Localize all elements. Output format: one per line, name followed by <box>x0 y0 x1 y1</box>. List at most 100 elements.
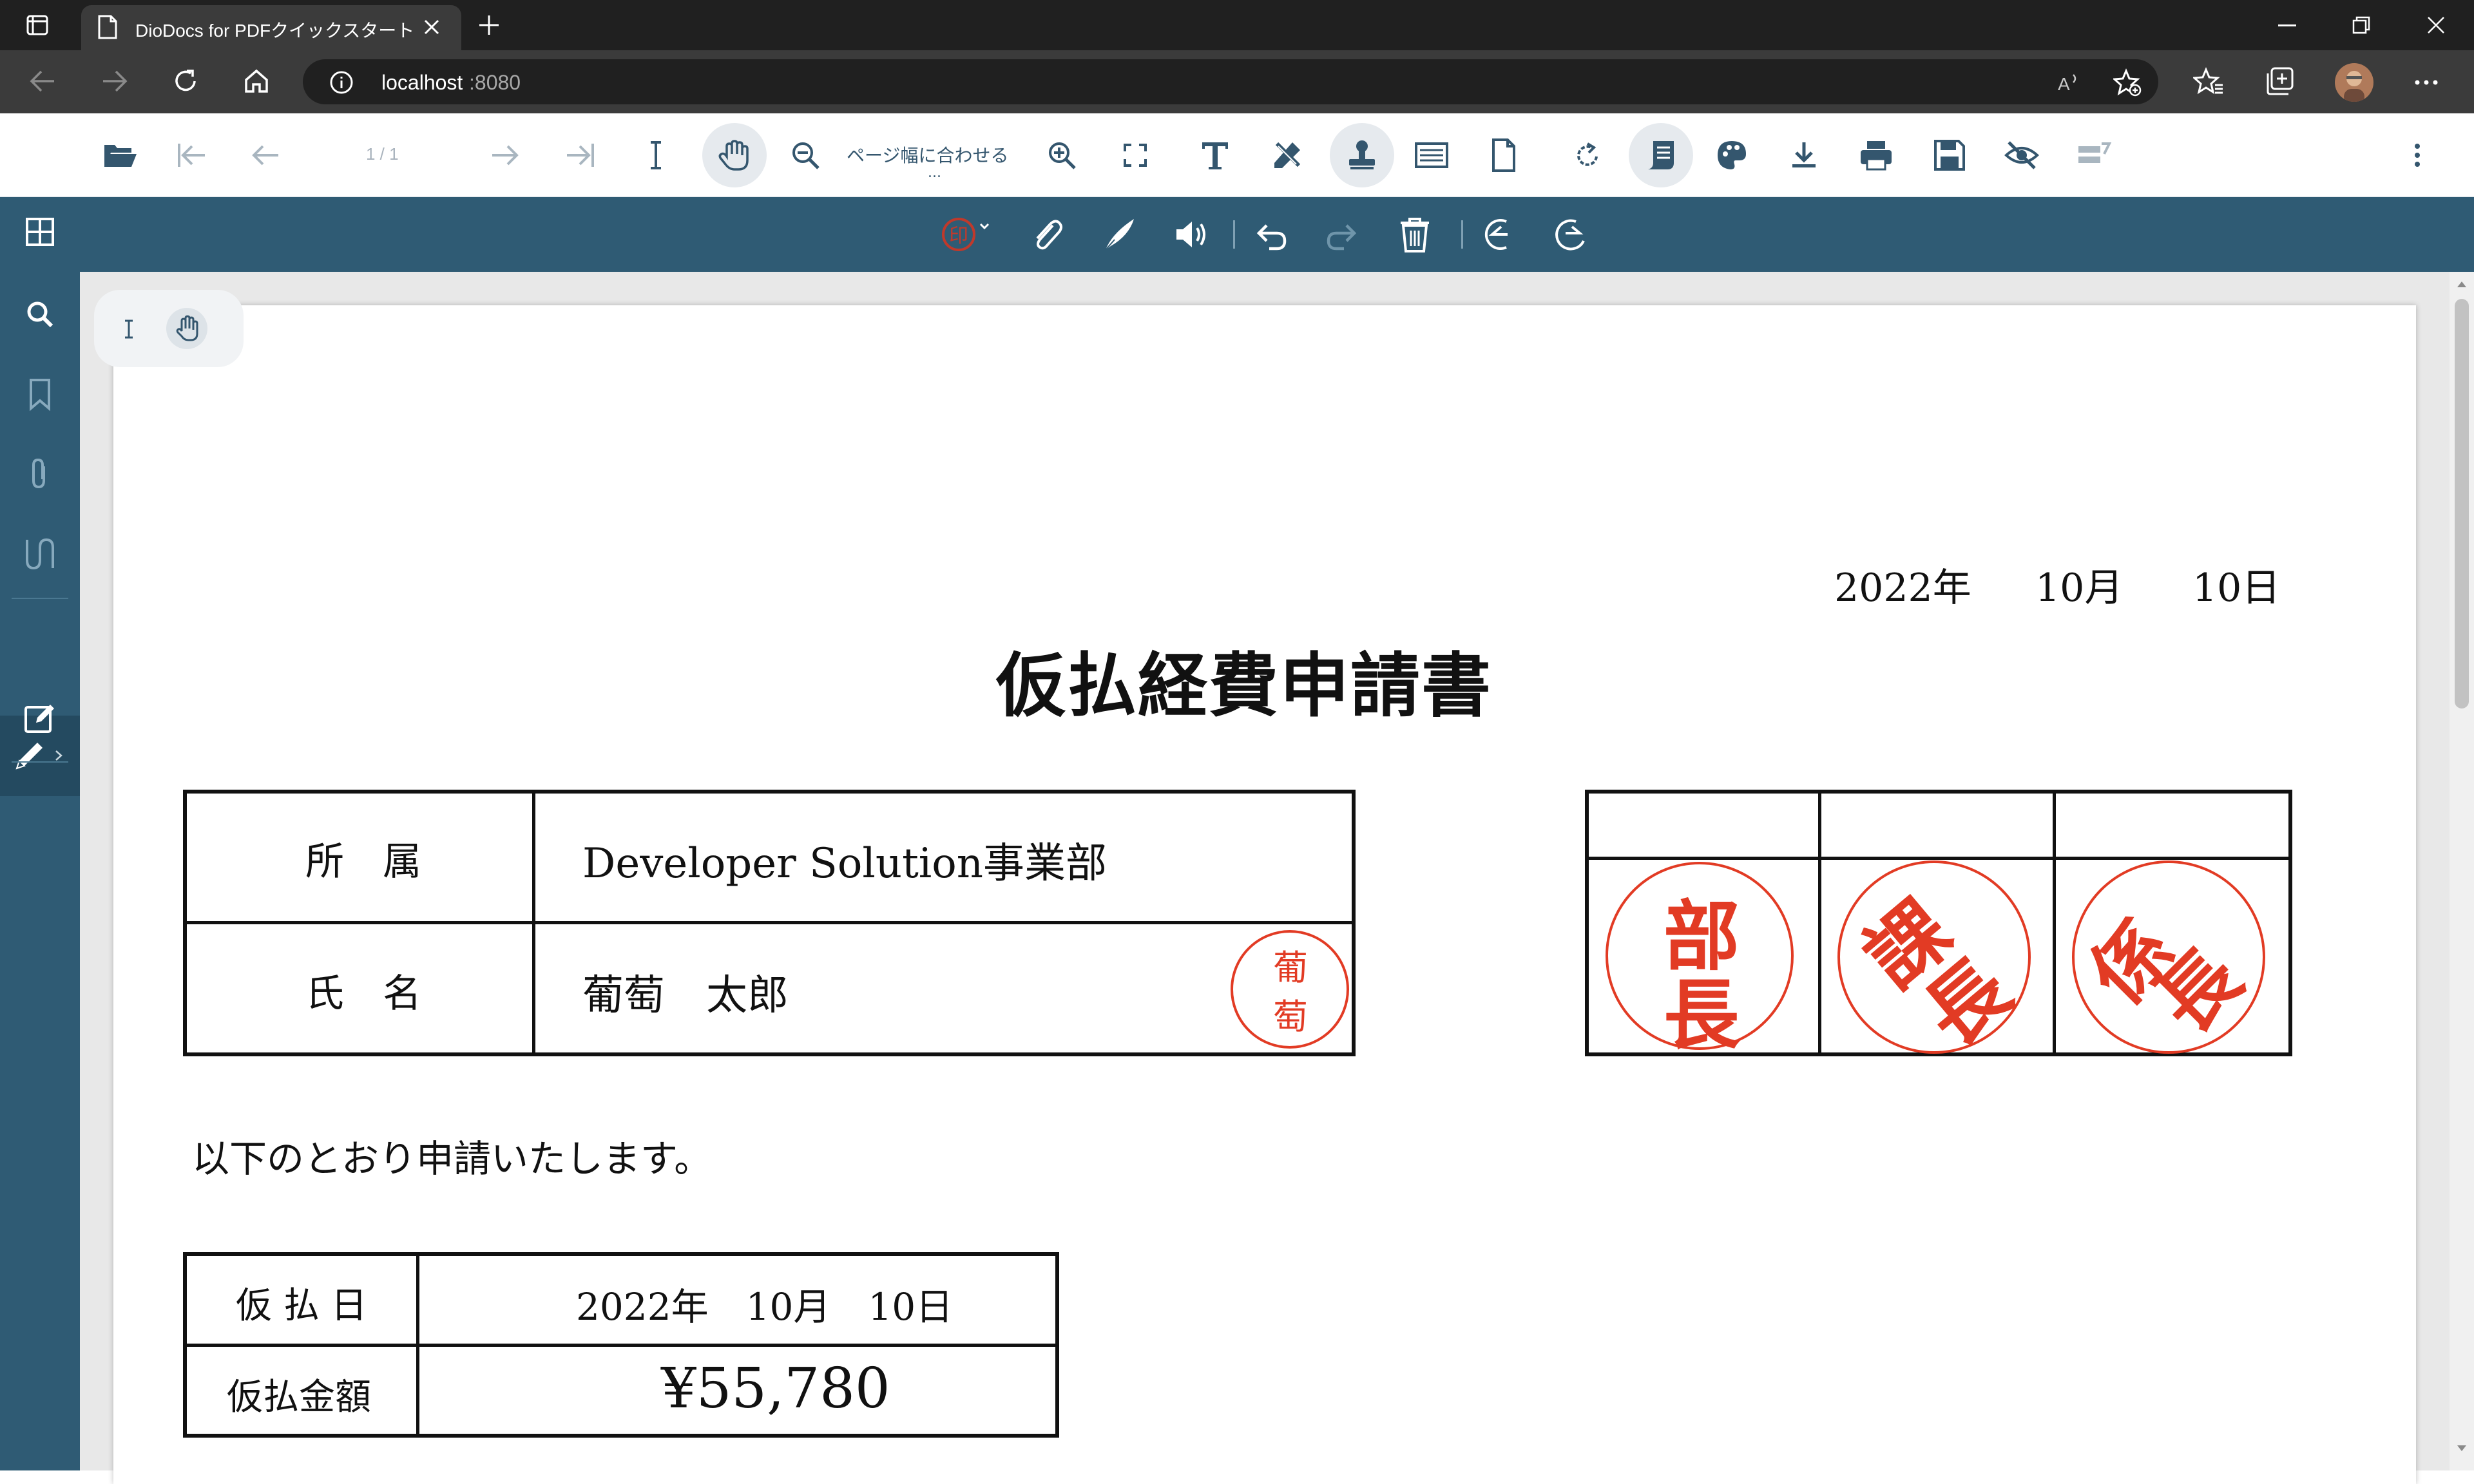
address-bar[interactable]: localhost :8080 A <box>303 59 2158 104</box>
site-info-icon[interactable] <box>329 70 354 95</box>
table-border <box>532 790 535 1056</box>
document-properties-icon[interactable] <box>1643 137 1679 173</box>
close-window-icon[interactable] <box>2426 15 2446 35</box>
text-selection-icon[interactable] <box>638 137 674 173</box>
rotate-icon[interactable] <box>1569 137 1606 173</box>
document-viewport[interactable]: 2022年 10月 10日 仮払経費申請書 所 属 Developer Solu… <box>80 272 2474 1484</box>
browser-tab[interactable]: DioDocs for PDFクイックスタート | P <box>81 5 461 50</box>
advance-date-label: 仮 払 日 <box>236 1285 367 1327</box>
profile-avatar[interactable] <box>2335 63 2373 102</box>
attachment-icon[interactable] <box>1027 214 1068 255</box>
rotate-right-icon[interactable] <box>1550 214 1591 255</box>
manager-approval-stamp: 部 長 <box>1606 862 1794 1060</box>
last-page-icon[interactable] <box>562 137 598 173</box>
collections-icon[interactable] <box>2265 66 2296 97</box>
url-port: :8080 <box>469 71 521 94</box>
save-icon[interactable] <box>1932 137 1968 173</box>
table-border <box>1585 790 2292 794</box>
table-border <box>183 1052 1356 1056</box>
table-border <box>1818 790 1821 1056</box>
svg-text:A: A <box>2058 74 2070 94</box>
sound-icon[interactable] <box>1171 214 1213 255</box>
restore-icon[interactable] <box>2352 15 2371 35</box>
minimize-icon[interactable] <box>2278 24 2296 27</box>
fullscreen-icon[interactable] <box>1117 137 1153 173</box>
scroll-up-arrow-icon[interactable] <box>2456 280 2468 289</box>
thumbnails-icon[interactable] <box>22 214 58 250</box>
close-tab-icon[interactable] <box>423 18 441 36</box>
structure-tree-icon[interactable] <box>22 536 58 572</box>
page-icon <box>97 14 119 40</box>
viewer-toolbar: 1 / 1 ページ幅に合わせる ... <box>0 113 2474 197</box>
search-icon[interactable] <box>22 296 58 332</box>
table-border <box>183 790 1356 794</box>
next-page-icon[interactable] <box>487 137 523 173</box>
personal-seal-stamp: 葡 萄 <box>1231 930 1349 1049</box>
amount-value: ¥55,780 <box>661 1356 890 1421</box>
table-border <box>1055 1252 1059 1438</box>
settings-more-icon[interactable] <box>2415 80 2438 85</box>
undo-icon[interactable] <box>1250 214 1291 255</box>
download-icon[interactable] <box>1786 137 1822 173</box>
subsection-chief-approval-stamp: 係 長 <box>2072 861 2265 1054</box>
text-tool-icon[interactable] <box>1197 137 1233 173</box>
browser-address-row: localhost :8080 A <box>0 50 2474 113</box>
refresh-icon[interactable] <box>171 67 200 95</box>
seal-char-1: 葡 <box>1273 947 1308 988</box>
table-border <box>2288 790 2292 1056</box>
table-border <box>1352 790 1356 1056</box>
affiliation-label: 所 属 <box>305 839 421 884</box>
more-vertical-icon[interactable] <box>2399 137 2435 173</box>
form-field-icon[interactable] <box>1414 137 1450 173</box>
pan-hand-icon[interactable] <box>716 137 753 173</box>
delete-icon[interactable] <box>1394 214 1435 255</box>
scroll-down-arrow-icon[interactable] <box>2456 1444 2468 1453</box>
vertical-scrollbar[interactable] <box>2450 272 2474 1470</box>
attachments-icon[interactable] <box>22 456 58 492</box>
new-page-icon[interactable] <box>1486 137 1522 173</box>
new-tab-icon[interactable] <box>478 14 500 36</box>
open-file-icon[interactable] <box>102 137 138 173</box>
header-date-day: 10日 <box>2192 566 2281 611</box>
favorites-icon[interactable] <box>2193 66 2224 97</box>
stamp-picker-icon[interactable]: 印 <box>941 214 990 255</box>
read-aloud-icon[interactable]: A <box>2055 70 2081 95</box>
previous-page-icon[interactable] <box>247 137 283 173</box>
table-border <box>183 921 1356 924</box>
table-border <box>1585 790 1589 1056</box>
zoom-mode-more: ... <box>928 165 941 181</box>
seal-char-2: 萄 <box>1273 996 1308 1037</box>
section-chief-approval-stamp: 課 長 <box>1837 861 2031 1064</box>
page-indicator[interactable]: 1 / 1 <box>366 144 399 164</box>
table-border <box>416 1252 419 1438</box>
header-date-year: 2022年 <box>1834 566 1971 611</box>
zoom-mode-select[interactable]: ページ幅に合わせる <box>847 142 1008 167</box>
table-border <box>183 790 187 1056</box>
url-host: localhost <box>381 71 463 94</box>
draw-tools-icon[interactable] <box>1269 137 1305 173</box>
forward-icon[interactable] <box>101 68 129 94</box>
theme-palette-icon[interactable] <box>1714 137 1750 173</box>
scrollbar-thumb[interactable] <box>2455 299 2469 709</box>
form-editor-icon[interactable] <box>22 699 58 736</box>
back-icon[interactable] <box>28 68 57 94</box>
home-icon[interactable] <box>242 67 271 95</box>
redact-icon[interactable] <box>2076 137 2112 173</box>
signature-icon[interactable] <box>1099 214 1140 255</box>
print-icon[interactable] <box>1858 137 1894 173</box>
bookmark-icon[interactable] <box>22 376 58 412</box>
hide-annotations-icon[interactable] <box>2004 137 2040 173</box>
zoom-out-icon[interactable] <box>787 137 823 173</box>
text-cursor-icon[interactable] <box>119 318 139 340</box>
annotation-toolbar: 印 <box>80 197 2474 272</box>
zoom-in-icon[interactable] <box>1044 137 1080 173</box>
redo-icon[interactable] <box>1322 214 1363 255</box>
stamp-icon[interactable] <box>1344 137 1380 173</box>
header-date-month: 10月 <box>2035 566 2124 611</box>
first-page-icon[interactable] <box>174 137 210 173</box>
pencil-icon <box>12 737 50 774</box>
add-favorite-icon[interactable] <box>2113 68 2142 97</box>
tab-actions-icon[interactable] <box>26 14 49 36</box>
rotate-left-icon[interactable] <box>1478 214 1519 255</box>
pan-tool-button[interactable] <box>166 308 207 349</box>
